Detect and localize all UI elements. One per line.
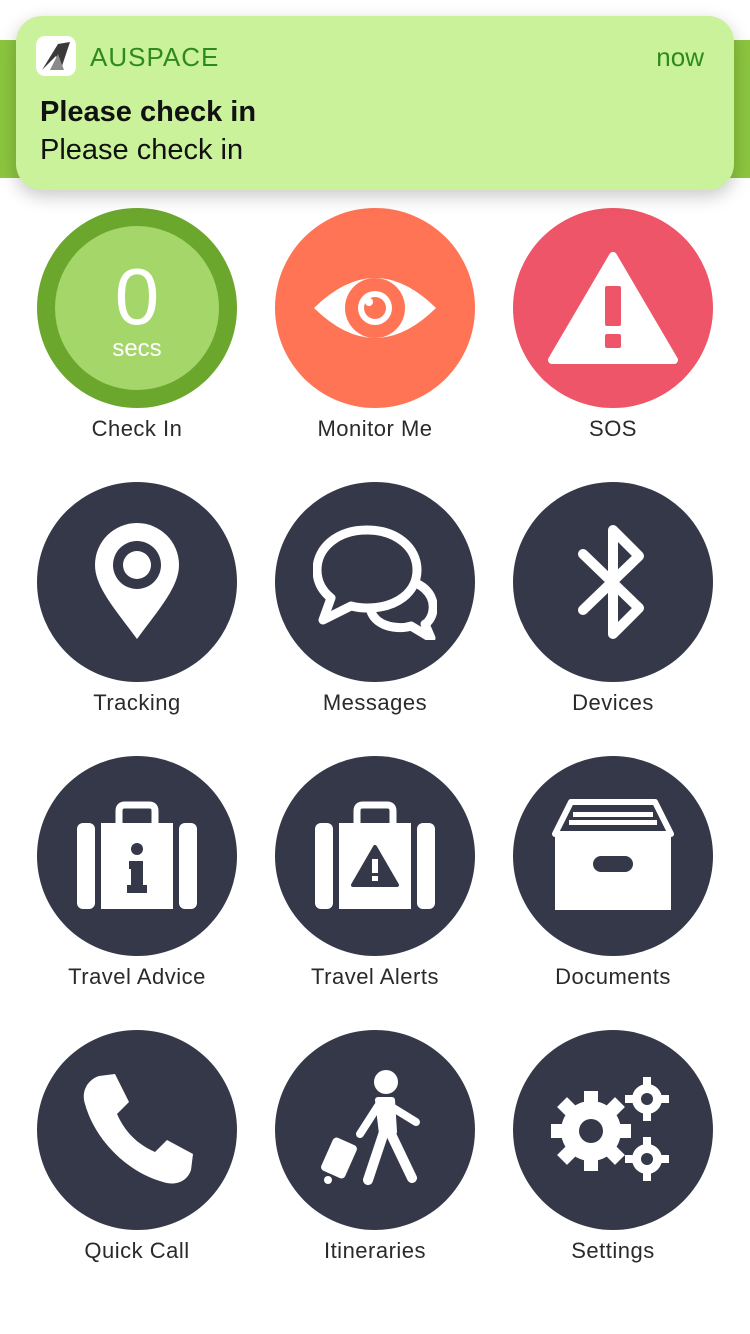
travel-alerts-tile[interactable]: Travel Alerts	[255, 756, 495, 1006]
itineraries-tile[interactable]: Itineraries	[255, 1030, 495, 1280]
notification-title: Please check in	[40, 96, 257, 128]
dashboard-grid: 0 secs Check In Monitor Me SOS Tracking …	[0, 0, 750, 1334]
notification-time: now	[656, 42, 704, 72]
travel-alerts-button[interactable]	[275, 756, 475, 956]
travel-alerts-label: Travel Alerts	[311, 964, 439, 989]
sos-tile[interactable]: SOS	[493, 208, 733, 458]
tracking-button[interactable]	[37, 482, 237, 682]
devices-tile[interactable]: Devices	[493, 482, 733, 732]
notification-body: Please check in	[40, 134, 244, 166]
suitcase-warning-icon	[315, 801, 435, 909]
itineraries-button[interactable]	[275, 1030, 475, 1230]
check-in-count: 0	[114, 252, 160, 341]
messages-label: Messages	[322, 690, 428, 715]
check-in-button[interactable]: 0 secs	[37, 208, 237, 408]
chat-bubbles-icon	[313, 525, 437, 640]
documents-button[interactable]	[513, 756, 713, 956]
quick-call-button[interactable]	[37, 1030, 237, 1230]
check-in-timer: 0 secs	[55, 226, 219, 390]
settings-tile[interactable]: Settings	[493, 1030, 733, 1280]
monitor-me-label: Monitor Me	[317, 416, 433, 441]
travel-advice-label: Travel Advice	[68, 964, 206, 989]
phone-icon	[83, 1074, 193, 1184]
archive-box-icon	[552, 799, 674, 910]
settings-label: Settings	[571, 1238, 655, 1263]
devices-button[interactable]	[513, 482, 713, 682]
location-pin-icon	[95, 523, 179, 639]
sos-button[interactable]	[513, 208, 713, 408]
monitor-me-button[interactable]	[275, 208, 475, 408]
travel-advice-button[interactable]	[37, 756, 237, 956]
messages-button[interactable]	[275, 482, 475, 682]
travel-advice-tile[interactable]: Travel Advice	[17, 756, 257, 1006]
itineraries-label: Itineraries	[323, 1238, 427, 1263]
warning-icon	[548, 252, 678, 364]
check-in-tile[interactable]: 0 secs Check In	[17, 208, 257, 458]
monitor-me-tile[interactable]: Monitor Me	[255, 208, 495, 458]
push-notification[interactable]: AUSPACE now Please check in Please check…	[16, 16, 734, 190]
documents-tile[interactable]: Documents	[493, 756, 733, 1006]
app-logo-icon	[36, 36, 76, 76]
tracking-tile[interactable]: Tracking	[17, 482, 257, 732]
quick-call-tile[interactable]: Quick Call	[17, 1030, 257, 1280]
eye-icon	[314, 278, 436, 338]
settings-button[interactable]	[513, 1030, 713, 1230]
bluetooth-icon	[578, 525, 644, 639]
messages-tile[interactable]: Messages	[255, 482, 495, 732]
traveller-icon	[321, 1070, 420, 1185]
tracking-label: Tracking	[93, 690, 181, 715]
notification-app-name: AUSPACE	[90, 42, 220, 72]
devices-label: Devices	[572, 690, 654, 715]
gears-icon	[551, 1077, 669, 1181]
sos-label: SOS	[589, 416, 637, 441]
suitcase-info-icon	[77, 801, 197, 909]
check-in-unit: secs	[112, 335, 162, 362]
check-in-label: Check In	[91, 416, 183, 441]
quick-call-label: Quick Call	[84, 1238, 190, 1263]
documents-label: Documents	[555, 964, 671, 989]
